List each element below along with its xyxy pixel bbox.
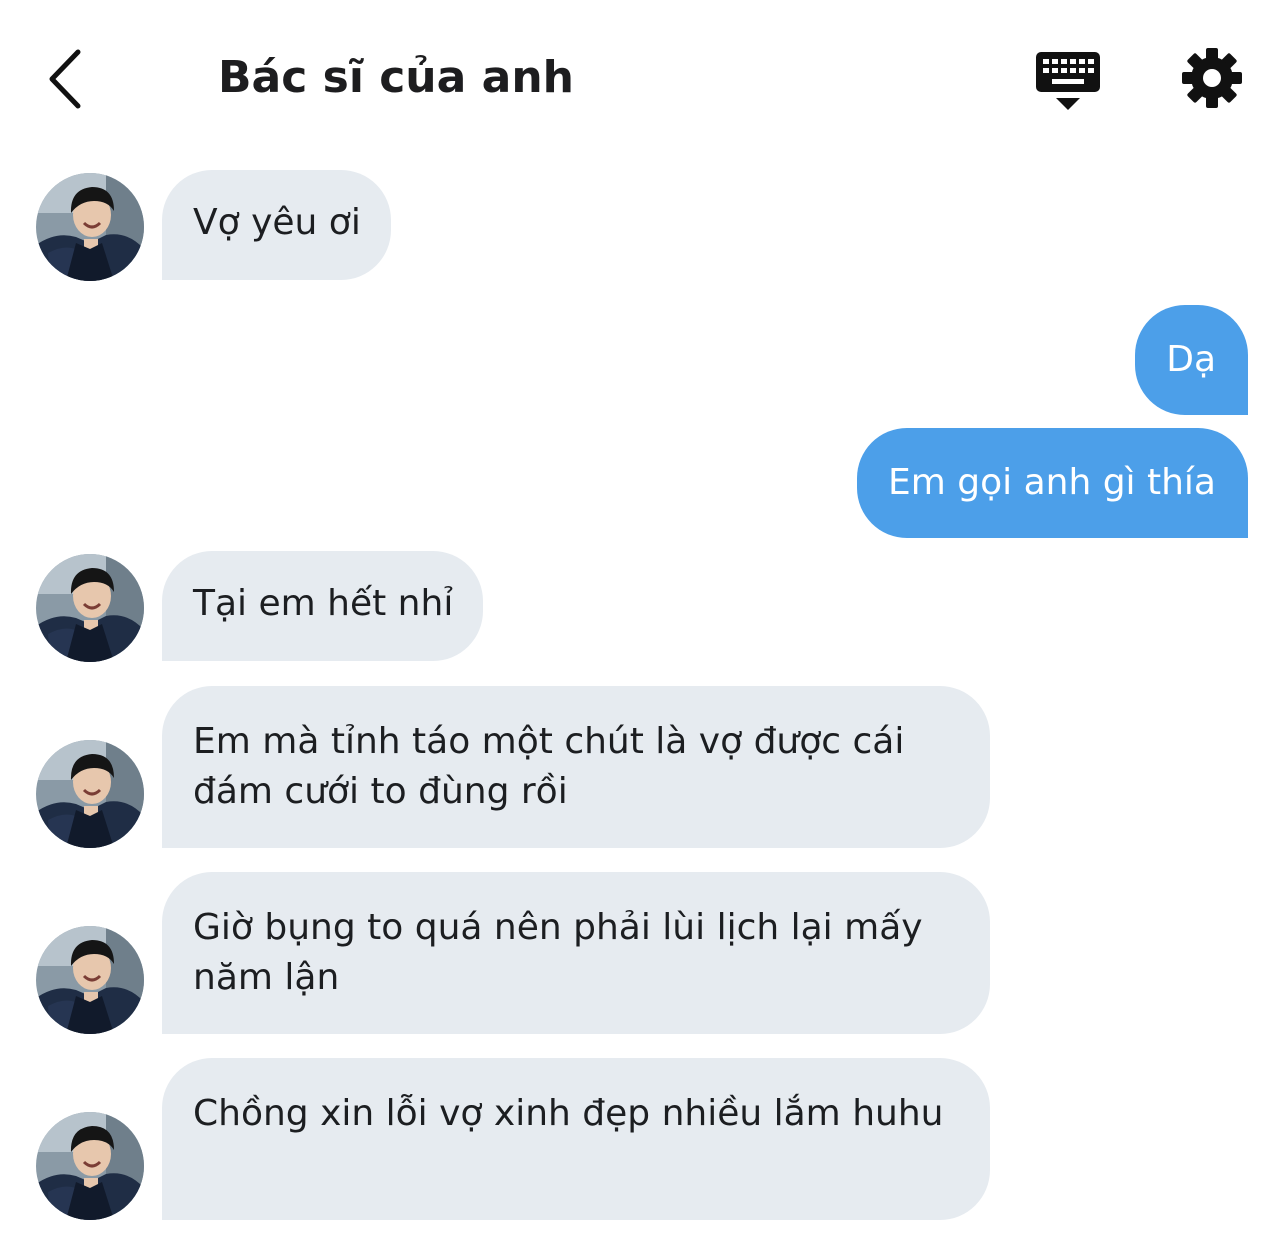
- message-text: Chồng xin lỗi vợ xinh đẹp nhiều lắm huhu: [193, 1093, 944, 1134]
- page-title: Bác sĩ của anh: [218, 52, 574, 103]
- message-text: Em gọi anh gì thía: [887, 462, 1216, 503]
- message-bubble-outgoing[interactable]: Dạ: [1135, 305, 1248, 415]
- avatar[interactable]: [36, 926, 144, 1034]
- back-button[interactable]: [40, 44, 100, 114]
- message-bubble-incoming[interactable]: Vợ yêu ơi: [162, 170, 391, 280]
- message-bubble-incoming[interactable]: Giờ bụng to quá nên phải lùi lịch lại mấ…: [162, 872, 990, 1034]
- avatar-photo: [36, 173, 144, 281]
- message-text: Tại em hết nhỉ: [193, 583, 454, 624]
- avatar-photo: [36, 740, 144, 848]
- keyboard-button[interactable]: [1034, 48, 1102, 112]
- message-text: Dạ: [1166, 339, 1216, 380]
- avatar[interactable]: [36, 173, 144, 281]
- message-bubble-incoming[interactable]: Chồng xin lỗi vợ xinh đẹp nhiều lắm huhu: [162, 1058, 990, 1220]
- avatar-photo: [36, 926, 144, 1034]
- avatar-photo: [36, 1112, 144, 1220]
- settings-button[interactable]: [1180, 46, 1244, 110]
- message-text: Giờ bụng to quá nên phải lùi lịch lại mấ…: [193, 907, 923, 998]
- chat-header: Bác sĩ của anh: [0, 0, 1284, 150]
- message-bubble-incoming[interactable]: Em mà tỉnh táo một chút là vợ được cái đ…: [162, 686, 990, 848]
- keyboard-icon: [1036, 52, 1100, 110]
- message-bubble-outgoing[interactable]: Em gọi anh gì thía: [856, 428, 1248, 538]
- gear-icon: [1182, 48, 1242, 108]
- avatar[interactable]: [36, 1112, 144, 1220]
- message-text: Em mà tỉnh táo một chút là vợ được cái đ…: [193, 721, 905, 812]
- avatar[interactable]: [36, 740, 144, 848]
- avatar[interactable]: [36, 554, 144, 662]
- avatar-photo: [36, 554, 144, 662]
- message-bubble-incoming[interactable]: Tại em hết nhỉ: [162, 551, 484, 661]
- chevron-left-icon: [49, 49, 81, 109]
- message-text: Vợ yêu ơi: [193, 202, 361, 243]
